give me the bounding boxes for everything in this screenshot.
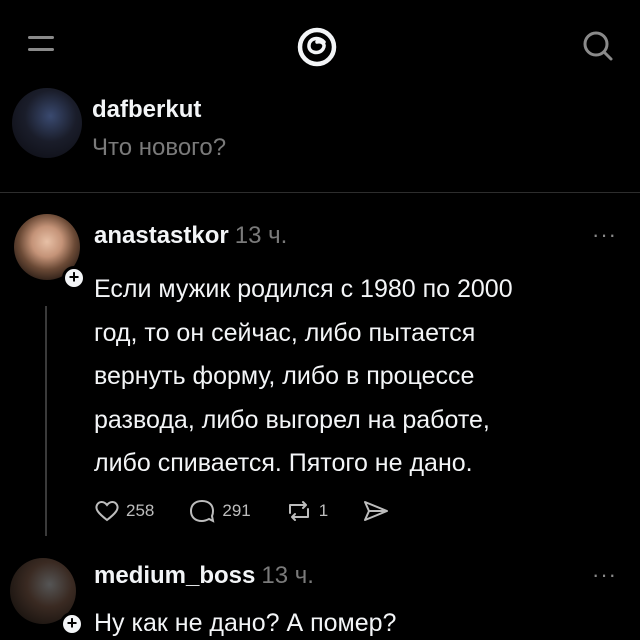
post-handle[interactable]: anastastkor xyxy=(94,222,229,249)
post-text: Ну как не дано? А помер? xyxy=(94,602,624,640)
reply-button[interactable]: 291 xyxy=(188,498,251,524)
menu-icon[interactable] xyxy=(28,32,54,56)
post-actions: 258 291 1 xyxy=(94,496,430,526)
post-text-line: развода, либо выгорел на работе, xyxy=(94,405,490,434)
more-icon[interactable]: ··· xyxy=(592,222,617,248)
post-author[interactable]: anastastkor 13 ч. xyxy=(94,222,287,250)
threads-logo-icon[interactable] xyxy=(292,22,342,72)
search-icon[interactable] xyxy=(580,28,616,64)
repost-button[interactable]: 1 xyxy=(285,499,328,523)
more-icon[interactable]: ··· xyxy=(592,562,617,588)
comment-icon xyxy=(190,499,215,523)
divider xyxy=(0,192,640,193)
like-count: 258 xyxy=(126,501,155,520)
post-text: Если мужик родился с 1980 по 2000 год, т… xyxy=(94,268,624,486)
post-author[interactable]: medium_boss 13 ч. xyxy=(94,562,314,590)
avatar xyxy=(12,88,82,158)
share-button[interactable] xyxy=(362,499,396,523)
composer-username: dafberkut xyxy=(92,96,202,123)
post-time: 13 ч. xyxy=(261,562,314,589)
composer-prompt[interactable]: Что нового? xyxy=(92,134,226,162)
new-thread-composer[interactable]: dafberkut Что нового? xyxy=(0,86,640,194)
heart-icon xyxy=(95,501,119,522)
thread-reply[interactable]: + medium_boss 13 ч. ··· Ну как не дано? А… xyxy=(0,550,640,640)
top-bar xyxy=(0,0,640,90)
repost-count: 1 xyxy=(318,501,329,520)
like-button[interactable]: 258 xyxy=(94,499,154,523)
post-handle[interactable]: medium_boss xyxy=(94,562,255,589)
send-icon xyxy=(364,501,389,521)
reply-count: 291 xyxy=(222,501,251,520)
post-text-line: Ну как не дано? А помер? xyxy=(94,609,397,637)
follow-plus-icon[interactable]: + xyxy=(60,612,84,636)
post-text-line: год, то он сейчас, либо пытается xyxy=(94,318,476,347)
post-text-line: либо спивается. Пятого не дано. xyxy=(94,449,473,477)
post-text-line: вернуть форму, либо в процессе xyxy=(94,362,475,390)
thread-line xyxy=(45,306,47,536)
repost-icon xyxy=(288,501,309,521)
post-time: 13 ч. xyxy=(234,222,288,249)
thread-post[interactable]: + anastastkor 13 ч. ··· Если мужик родилс… xyxy=(0,208,640,538)
follow-plus-icon[interactable]: + xyxy=(62,266,86,290)
post-text-line: Если мужик родился с 1980 по 2000 xyxy=(94,275,513,303)
